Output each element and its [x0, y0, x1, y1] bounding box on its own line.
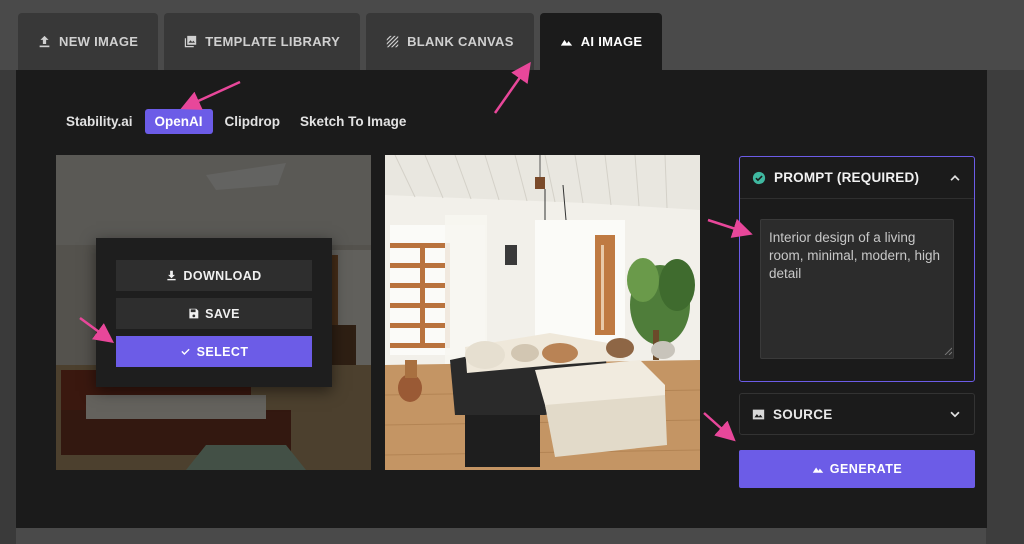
image-icon [752, 409, 765, 419]
prompt-textarea[interactable]: Interior design of a living room, minima… [760, 219, 954, 359]
top-tab-bar: NEW IMAGE TEMPLATE LIBRARY BLANK CANVAS … [18, 13, 663, 70]
mountain-icon [812, 467, 823, 473]
generate-label: GENERATE [829, 462, 903, 476]
check-icon [181, 348, 190, 355]
check-circle-icon [752, 171, 766, 184]
source-card[interactable]: SOURCE [739, 393, 975, 435]
living-room-image [385, 155, 700, 470]
chevron-up-icon[interactable] [948, 171, 962, 185]
gallery-icon [185, 35, 197, 48]
tab-label: AI IMAGE [580, 34, 643, 49]
tab-label: BLANK CANVAS [407, 34, 514, 49]
download-label: DOWNLOAD [183, 268, 262, 283]
download-button[interactable]: DOWNLOAD [116, 260, 312, 291]
tab-label: NEW IMAGE [59, 34, 139, 49]
prompt-card-header[interactable]: PROMPT (REQUIRED) [740, 157, 974, 199]
source-title: SOURCE [773, 406, 833, 422]
prompt-card: PROMPT (REQUIRED) Interior design of a l… [739, 156, 975, 382]
select-label: SELECT [196, 344, 249, 359]
mountain-icon [560, 39, 572, 46]
provider-tab-sketch[interactable]: Sketch To Image [292, 109, 414, 134]
backdrop-left [0, 70, 16, 544]
generate-button[interactable]: GENERATE [739, 450, 975, 488]
floppy-icon [189, 308, 199, 319]
chevron-down-icon[interactable] [948, 407, 962, 421]
upload-icon [39, 35, 50, 48]
download-icon [167, 270, 177, 281]
tab-new-image[interactable]: NEW IMAGE [18, 13, 159, 70]
select-button[interactable]: SELECT [116, 336, 312, 367]
hatch-icon [386, 35, 399, 48]
backdrop-right [986, 70, 1024, 544]
image-action-menu: DOWNLOAD SAVE SELECT [96, 238, 332, 387]
provider-tab-clipdrop[interactable]: Clipdrop [217, 109, 289, 134]
resize-grip-icon[interactable] [944, 347, 952, 355]
generated-image-2[interactable] [385, 155, 700, 470]
tab-blank-canvas[interactable]: BLANK CANVAS [366, 13, 534, 70]
tab-ai-image[interactable]: AI IMAGE [539, 13, 663, 70]
tab-label: TEMPLATE LIBRARY [205, 34, 341, 49]
prompt-title: PROMPT (REQUIRED) [774, 170, 920, 185]
provider-tabs: Stability.ai OpenAI Clipdrop Sketch To I… [58, 109, 414, 134]
tab-template-library[interactable]: TEMPLATE LIBRARY [164, 13, 361, 70]
ai-image-panel: Stability.ai OpenAI Clipdrop Sketch To I… [16, 70, 987, 528]
save-button[interactable]: SAVE [116, 298, 312, 329]
provider-tab-openai[interactable]: OpenAI [144, 109, 213, 134]
save-label: SAVE [205, 306, 240, 321]
provider-tab-stability[interactable]: Stability.ai [58, 109, 141, 134]
